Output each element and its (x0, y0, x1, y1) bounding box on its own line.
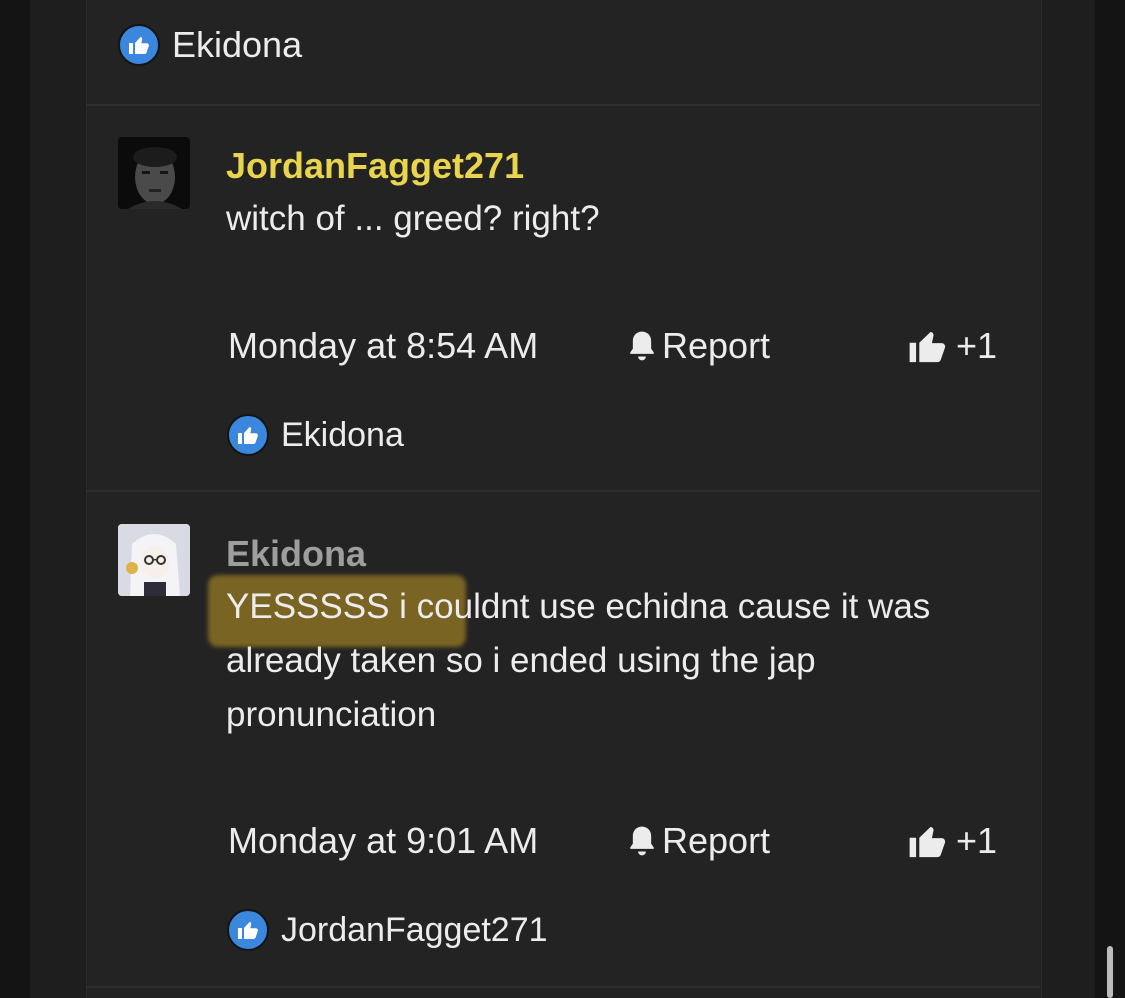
post-body: witch of ... greed? right? (226, 199, 600, 238)
post-timestamp[interactable]: Monday at 9:01 AM (228, 820, 538, 862)
thumbs-up-icon (908, 326, 950, 366)
post-body: YESSSSS i couldnt use echidna cause it w… (226, 587, 931, 734)
post-username[interactable]: Ekidona (226, 533, 366, 575)
timestamp-text: Monday at 9:01 AM (228, 820, 539, 861)
thumbs-up-icon (908, 821, 950, 861)
bell-icon (626, 824, 658, 858)
post-divider (86, 986, 1040, 988)
like-button[interactable]: +1 (908, 820, 997, 862)
bell-icon (626, 329, 658, 363)
report-link[interactable]: Report (626, 820, 770, 862)
avatar[interactable] (118, 524, 190, 596)
like-count: +1 (956, 325, 998, 366)
like-reaction-icon (227, 909, 269, 951)
reaction-username[interactable]: Ekidona (172, 24, 302, 66)
reaction-username[interactable]: JordanFagget271 (281, 911, 548, 950)
post-timestamp[interactable]: Monday at 8:54 AM (228, 325, 538, 367)
report-link[interactable]: Report (626, 325, 770, 367)
post-username[interactable]: JordanFagget271 (226, 145, 524, 187)
report-label: Report (662, 820, 771, 861)
window-edge (0, 0, 30, 998)
post-divider (86, 490, 1040, 492)
like-count: +1 (956, 820, 998, 861)
reaction-item[interactable]: Ekidona (227, 414, 404, 456)
reaction-item[interactable]: JordanFagget271 (227, 909, 548, 951)
reaction-username[interactable]: Ekidona (281, 416, 404, 455)
avatar[interactable] (118, 137, 190, 209)
post-divider (86, 104, 1040, 106)
report-label: Report (662, 325, 771, 366)
scrollbar[interactable] (1107, 946, 1113, 998)
like-button[interactable]: +1 (908, 325, 997, 367)
like-reaction-icon (118, 24, 160, 66)
timestamp-text: Monday at 8:54 AM (228, 325, 539, 366)
like-reaction-icon (227, 414, 269, 456)
reaction-item[interactable]: Ekidona (118, 24, 302, 66)
